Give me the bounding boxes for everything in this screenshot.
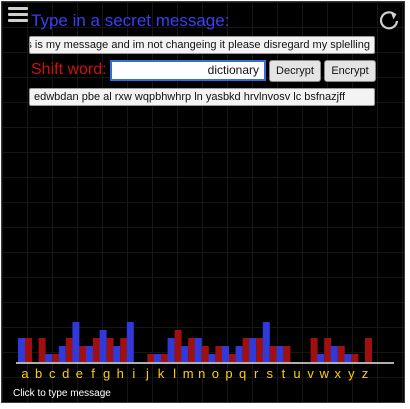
letter-label-o: o (212, 366, 219, 381)
bar-x-series-1 (330, 346, 338, 362)
bar-y-series-2 (351, 354, 359, 362)
letter-label-m: m (183, 366, 194, 381)
bar-p-series-2 (229, 354, 236, 362)
letter-label-e: e (76, 366, 83, 381)
bar-y-series-1 (344, 354, 352, 362)
bar-k-series-2 (161, 354, 168, 362)
bar-n-series-1 (194, 338, 202, 362)
bar-a-series-1 (18, 338, 25, 362)
bar-b-series-2 (38, 338, 46, 362)
letter-label-c: c (49, 366, 56, 381)
bar-v-series-2 (310, 338, 318, 362)
bar-g-series-2 (106, 338, 114, 362)
bar-h-series-2 (120, 338, 128, 362)
letter-label-j: j (145, 366, 149, 381)
letter-label-q: q (239, 366, 246, 381)
letter-label-r: r (254, 366, 259, 381)
bar-d-series-1 (58, 346, 66, 362)
bar-r-series-1 (249, 338, 257, 362)
letter-label-p: p (225, 366, 232, 381)
letter-label-s: s (267, 366, 274, 381)
bar-n-series-2 (201, 346, 209, 362)
bar-l-series-1 (167, 338, 175, 362)
bar-f-series-1 (86, 346, 93, 362)
bar-o-series-1 (208, 354, 216, 362)
bar-a-series-2 (25, 338, 32, 362)
bar-q-series-2 (242, 338, 250, 362)
bar-c-series-1 (45, 354, 53, 362)
letter-label-n: n (198, 366, 205, 381)
bar-e-series-2 (79, 346, 87, 362)
bar-s-series-1 (262, 322, 270, 362)
bar-c-series-2 (52, 354, 60, 362)
bar-j-series-2 (147, 354, 155, 362)
letter-label-h: h (117, 366, 124, 381)
letter-label-g: g (103, 366, 110, 381)
letter-label-t: t (282, 366, 286, 381)
bar-r-series-2 (256, 338, 264, 362)
letter-label-d: d (62, 366, 69, 381)
bar-i-series-1 (126, 322, 134, 362)
bar-f-series-2 (93, 338, 100, 362)
bar-t-series-1 (276, 346, 284, 362)
letter-label-k: k (158, 366, 165, 381)
bar-d-series-2 (65, 338, 73, 362)
bar-l-series-2 (174, 330, 182, 362)
bar-e-series-1 (72, 322, 80, 362)
bar-h-series-1 (113, 346, 121, 362)
bar-w-series-1 (317, 354, 325, 362)
letter-label-i: i (132, 366, 135, 381)
footer-hint: Click to type message (13, 388, 111, 399)
letter-label-f: f (91, 366, 95, 381)
letter-label-l: l (173, 366, 176, 381)
bar-k-series-1 (154, 354, 161, 362)
letter-label-z: z (362, 366, 369, 381)
letter-label-v: v (307, 366, 314, 381)
bar-q-series-1 (235, 346, 243, 362)
letter-label-b: b (35, 366, 42, 381)
bar-w-series-2 (324, 338, 332, 362)
letter-label-y: y (348, 366, 355, 381)
bar-z-series-2 (365, 338, 372, 362)
bar-m-series-2 (188, 338, 196, 362)
bar-s-series-2 (269, 346, 277, 362)
bar-m-series-1 (181, 346, 189, 362)
letter-label-x: x (335, 366, 342, 381)
letter-label-w: w (319, 366, 330, 381)
letter-label-u: u (293, 366, 300, 381)
bar-t-series-2 (283, 346, 291, 362)
letter-frequency-chart: abcdefghijklmnopqrstuvwxyz (16, 322, 394, 381)
bar-g-series-1 (99, 330, 107, 362)
bar-p-series-1 (222, 346, 229, 362)
letter-label-a: a (21, 366, 29, 381)
bar-o-series-2 (215, 346, 223, 362)
cipher-canvas[interactable]: Type in a secret message: This is my mes… (1, 1, 405, 403)
bar-x-series-2 (337, 346, 345, 362)
